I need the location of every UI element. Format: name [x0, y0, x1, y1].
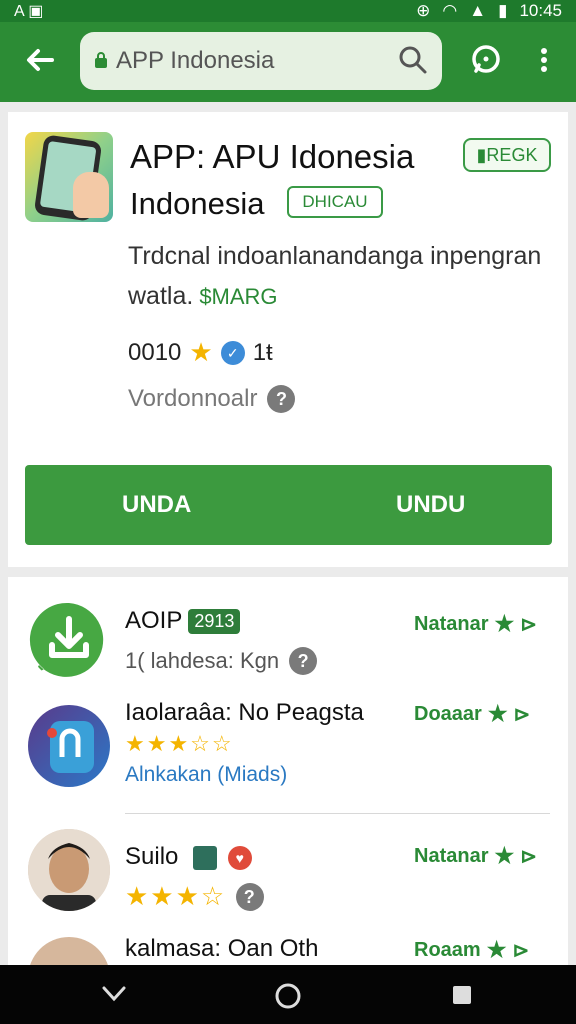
- download-badge: DHICAU: [287, 186, 383, 218]
- help-icon[interactable]: ?: [236, 882, 265, 911]
- search-bar[interactable]: APP Indonesia: [80, 32, 442, 90]
- app-title: APP: APU Idonesia: [130, 138, 415, 175]
- sync-icon: ⊕: [416, 1, 431, 20]
- rating-stars: ★★★☆☆: [125, 731, 234, 756]
- share-icon: ⊳: [512, 939, 530, 962]
- list-item-name: kalmasa: Oan Oth: [125, 935, 319, 962]
- recents-nav-icon[interactable]: [450, 983, 474, 1007]
- home-nav-icon[interactable]: [274, 982, 302, 1010]
- star-icon: ★: [494, 843, 515, 868]
- heart-icon: ♥: [227, 845, 252, 870]
- share-icon: ⊳: [520, 613, 537, 636]
- list-item-name: Iaolaraâa: No Peagsta: [125, 699, 364, 726]
- download-app-icon: [28, 599, 110, 681]
- divider: [125, 813, 550, 814]
- list-item-link[interactable]: Alnkakan (Miads): [125, 763, 287, 787]
- wifi-icon: ◠: [442, 1, 458, 20]
- rating-count: 1ŧ: [252, 338, 273, 366]
- search-icon[interactable]: [398, 45, 428, 75]
- battery-icon: ▮: [498, 1, 508, 20]
- list-item-action[interactable]: Roaam ★ ⊳: [414, 937, 529, 963]
- more-options-icon[interactable]: [524, 40, 564, 80]
- flag-icon: [193, 845, 218, 870]
- star-icon: ★: [486, 937, 507, 962]
- help-icon[interactable]: ?: [289, 647, 318, 675]
- app-icon[interactable]: [25, 132, 113, 222]
- version-chip: 2913: [188, 609, 241, 635]
- back-arrow-icon[interactable]: [20, 40, 60, 80]
- app-avatar: [28, 705, 110, 787]
- list-item-action[interactable]: Doaaar ★ ⊳: [414, 701, 530, 727]
- list-item-action[interactable]: Natanar ★ ⊳: [414, 843, 537, 869]
- search-query[interactable]: APP Indonesia: [116, 47, 274, 75]
- back-nav-icon[interactable]: [100, 983, 128, 1005]
- list-item-subtitle: 1( lahdesa: Kgn ?: [125, 647, 318, 675]
- install-button-left-label: UNDA: [122, 491, 192, 518]
- list-item-action[interactable]: Natanar ★ ⊳: [414, 611, 537, 637]
- list-item-name: Suilo ♥: [125, 843, 252, 871]
- star-icon: ★: [487, 701, 508, 726]
- rating-row: 0010 ★ ✓ 1ŧ: [128, 337, 273, 368]
- help-icon[interactable]: ?: [267, 385, 296, 413]
- list-item-name: AOIP 2913: [125, 607, 241, 635]
- app-detail-card: APP: APU Idonesia Indonesia ▮REGK DHICAU…: [8, 112, 568, 567]
- app-description-line2: watla. $MARG: [128, 282, 278, 310]
- star-icon: ★: [494, 611, 515, 636]
- user-avatar: [28, 829, 110, 911]
- verified-icon: ✓: [220, 340, 245, 365]
- lock-icon: [95, 52, 107, 68]
- install-button[interactable]: UNDA UNDU: [25, 465, 552, 545]
- app-title-line2: Indonesia: [130, 186, 265, 221]
- system-nav-bar: [0, 965, 576, 1024]
- status-bar: A ▣ ⊕ ◠ ▲ ▮ 10:45: [0, 0, 576, 22]
- signal-icon: ▲: [469, 1, 487, 20]
- share-icon: ⊳: [513, 703, 531, 726]
- risk-badge: ▮REGK: [463, 138, 551, 172]
- rating-value: 0010: [128, 338, 182, 366]
- related-apps-list: AOIP 2913 1( lahdesa: Kgn ? Natanar ★ ⊳ I…: [8, 577, 568, 965]
- app-toolbar: APP Indonesia: [0, 22, 576, 102]
- price-tag: $MARG: [199, 284, 278, 309]
- clock: 10:45: [519, 1, 562, 20]
- install-button-right-label: UNDU: [396, 491, 466, 518]
- user-avatar: [28, 937, 110, 965]
- hand-graphic: [73, 172, 109, 218]
- chat-icon[interactable]: [466, 40, 506, 80]
- star-icon: ★: [189, 337, 213, 367]
- app-description: Trdcnal indoanlanandanga inpengran: [128, 242, 542, 270]
- notification-icons: A ▣: [14, 3, 44, 20]
- status-icons: ⊕ ◠ ▲ ▮ 10:45: [416, 1, 562, 21]
- developer-name: Vordonnoalr: [128, 385, 258, 412]
- rating-stars: ★★★☆ ?: [125, 881, 265, 912]
- developer-row[interactable]: Vordonnoalr ?: [128, 385, 296, 413]
- share-icon: ⊳: [520, 845, 537, 868]
